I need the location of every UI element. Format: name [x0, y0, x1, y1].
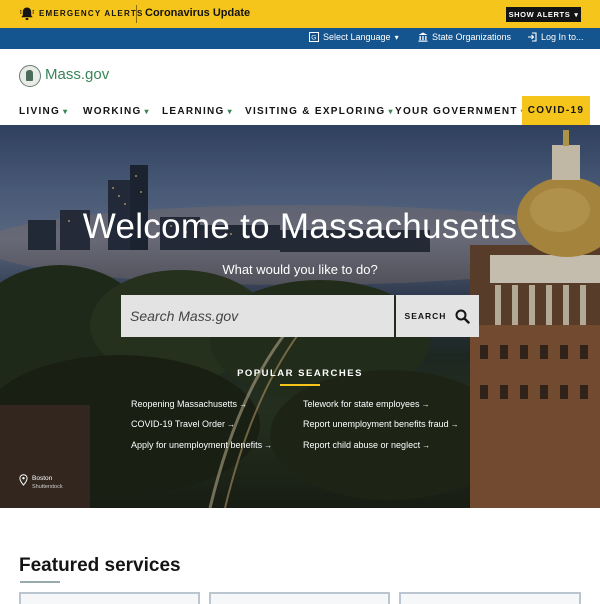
chevron-down-icon: ▾	[394, 32, 399, 42]
chevron-down-icon: ▾	[574, 11, 579, 19]
popular-searches-underline	[280, 384, 320, 386]
nav-item-learning[interactable]: LEARNING ▾	[162, 106, 233, 117]
popular-link-unemployment[interactable]: Apply for unemployment benefits →	[131, 440, 272, 450]
arrow-right-icon: →	[227, 420, 236, 429]
hero-title: Welcome to Massachusetts	[82, 207, 518, 246]
arrow-right-icon: →	[422, 441, 431, 450]
select-language-label: Select Language	[323, 32, 391, 42]
search-button-label: SEARCH	[404, 311, 447, 321]
chevron-down-icon: ▾	[388, 107, 394, 116]
state-organizations-link[interactable]: State Organizations	[418, 32, 511, 42]
nav-item-your-government[interactable]: YOUR GOVERNMENT ▾	[395, 106, 526, 117]
popular-link-label: Apply for unemployment benefits	[131, 440, 263, 450]
chevron-down-icon: ▾	[227, 107, 233, 116]
photo-location: Boston Shutterstock	[19, 474, 63, 492]
popular-link-reopening[interactable]: Reopening Massachusetts →	[131, 399, 247, 409]
nav-item-label: WORKING	[83, 106, 142, 117]
nav-item-label: LIVING	[19, 106, 61, 117]
photo-location-name: Boston	[32, 475, 53, 482]
show-alerts-label: SHOW ALERTS	[508, 10, 571, 19]
search-input[interactable]	[121, 295, 394, 337]
arrow-right-icon: →	[450, 420, 459, 429]
chevron-down-icon: ▾	[144, 107, 150, 116]
popular-link-label: Report child abuse or neglect	[303, 440, 421, 450]
photo-credit: Shutterstock	[32, 484, 63, 490]
nav-item-label: LEARNING	[162, 106, 225, 117]
show-alerts-button[interactable]: SHOW ALERTS ▾	[506, 7, 581, 22]
alert-title-link[interactable]: Coronavirus Update	[145, 7, 250, 19]
svg-text:G: G	[311, 35, 316, 42]
chevron-down-icon: ▾	[63, 107, 69, 116]
emergency-alerts-label: EMERGENCY ALERTS	[39, 9, 144, 18]
bell-icon	[19, 7, 35, 20]
nav-item-label: YOUR GOVERNMENT	[395, 106, 518, 117]
popular-searches-heading: POPULAR SEARCHES	[237, 368, 363, 379]
featured-service-card[interactable]	[209, 592, 390, 604]
site-logo-text[interactable]: Mass.gov	[45, 66, 109, 83]
popular-link-label: COVID-19 Travel Order	[131, 419, 226, 429]
popular-link-travel-order[interactable]: COVID-19 Travel Order →	[131, 419, 235, 429]
main-navigation: LIVING ▾ WORKING ▾ LEARNING ▾ VISITING &…	[0, 96, 600, 125]
emergency-alert-bar: EMERGENCY ALERTS Coronavirus Update SHOW…	[0, 0, 600, 28]
popular-link-label: Report unemployment benefits fraud	[303, 419, 449, 429]
login-label: Log In to...	[541, 32, 584, 42]
popular-link-label: Telework for state employees	[303, 399, 420, 409]
nav-item-label: VISITING & EXPLORING	[245, 106, 386, 117]
login-icon	[528, 32, 537, 42]
translate-icon: G	[309, 32, 319, 42]
building-icon	[418, 32, 428, 42]
featured-service-card[interactable]	[19, 592, 200, 604]
arrow-right-icon: →	[264, 441, 273, 450]
featured-services-heading: Featured services	[19, 555, 181, 576]
site-header: Mass.gov LIVING ▾ WORKING ▾ LEARNING ▾ V…	[0, 49, 600, 125]
utility-nav: G Select Language ▾ State Organizations …	[0, 28, 600, 49]
popular-link-child-abuse[interactable]: Report child abuse or neglect →	[303, 440, 430, 450]
select-language-button[interactable]: G Select Language ▾	[309, 32, 399, 42]
search-button[interactable]: SEARCH	[396, 295, 479, 337]
alert-divider	[136, 5, 137, 23]
hero-banner: Welcome to Massachusetts What would you …	[0, 125, 600, 508]
nav-item-working[interactable]: WORKING ▾	[83, 106, 150, 117]
search-icon	[455, 309, 471, 324]
nav-item-living[interactable]: LIVING ▾	[19, 106, 68, 117]
nav-item-visiting-exploring[interactable]: VISITING & EXPLORING ▾	[245, 106, 394, 117]
hero-subtitle: What would you like to do?	[222, 262, 378, 277]
massachusetts-seal-logo[interactable]	[19, 65, 41, 87]
popular-link-fraud[interactable]: Report unemployment benefits fraud →	[303, 419, 459, 429]
popular-link-telework[interactable]: Telework for state employees →	[303, 399, 430, 409]
arrow-right-icon: →	[421, 400, 430, 409]
featured-services-underline	[20, 581, 60, 583]
popular-link-label: Reopening Massachusetts	[131, 399, 238, 409]
nav-item-covid-19[interactable]: COVID-19	[522, 96, 590, 125]
login-button[interactable]: Log In to...	[527, 32, 584, 42]
arrow-right-icon: →	[239, 400, 248, 409]
map-pin-icon	[19, 474, 28, 486]
state-organizations-label: State Organizations	[432, 32, 512, 42]
featured-service-card[interactable]	[399, 592, 581, 604]
